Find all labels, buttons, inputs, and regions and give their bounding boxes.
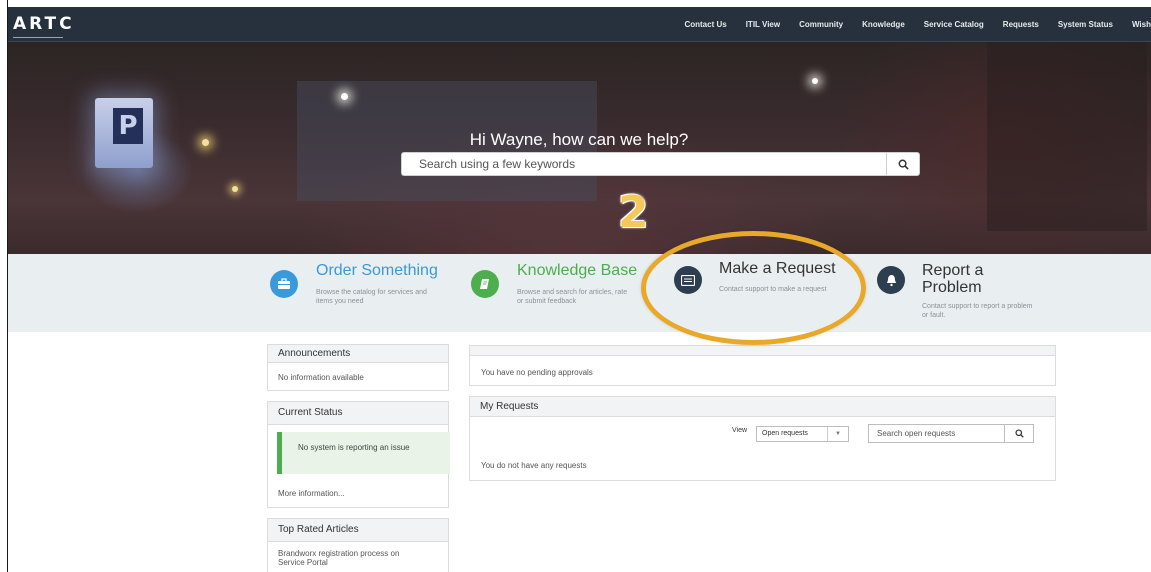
panel-title: Announcements	[268, 345, 448, 363]
nav-links: Contact Us ITIL View Community Knowledge…	[665, 7, 1151, 41]
bell-icon	[877, 266, 905, 294]
announcements-panel: Announcements No information available	[267, 344, 449, 391]
nav-knowledge[interactable]: Knowledge	[862, 20, 905, 29]
nav-requests[interactable]: Requests	[1003, 20, 1039, 29]
logo-underline	[13, 37, 63, 38]
hero-search-bar	[401, 152, 920, 176]
view-select-value: Open requests	[762, 430, 808, 437]
nav-community[interactable]: Community	[799, 20, 843, 29]
nav-wish[interactable]: Wish	[1132, 20, 1151, 29]
artc-logo[interactable]: ARTC	[13, 14, 75, 34]
quicklink-title: Knowledge Base	[517, 262, 638, 279]
quicklink-report-a-problem[interactable]: Report a Problem Contact support to repo…	[877, 262, 1047, 330]
my-requests-panel: My Requests View Open requests ▼ You do …	[469, 396, 1056, 481]
hero-banner: P Hi Wayne, how can we help? 2	[7, 41, 1151, 254]
nav-contact-us[interactable]: Contact Us	[684, 20, 726, 29]
step-number-annotation: 2	[618, 187, 649, 238]
greeting-heading: Hi Wayne, how can we help?	[469, 130, 689, 149]
requests-search-button[interactable]	[1004, 425, 1033, 442]
light-glow	[341, 93, 348, 100]
chevron-down-icon: ▼	[827, 427, 848, 441]
announcements-empty-text: No information available	[278, 373, 364, 382]
quicklink-description: Contact support to report a problem or f…	[922, 303, 1033, 319]
view-select[interactable]: Open requests ▼	[756, 426, 849, 442]
quicklink-order-something[interactable]: Order Something Browse the catalog for s…	[270, 262, 455, 326]
top-rated-articles-panel: Top Rated Articles Brandworx registratio…	[267, 518, 449, 572]
article-link[interactable]: Brandworx registration process on Servic…	[278, 549, 428, 567]
light-glow	[812, 78, 818, 84]
quicklink-description: Browse and search for articles, rate or …	[517, 289, 628, 305]
requests-search-bar	[868, 424, 1034, 443]
nav-service-catalog[interactable]: Service Catalog	[924, 20, 984, 29]
quicklink-title: Report a Problem	[922, 262, 984, 296]
approvals-empty-text: You have no pending approvals	[481, 368, 593, 377]
highlight-annotation-circle	[641, 231, 866, 345]
requests-empty-text: You do not have any requests	[481, 461, 587, 470]
status-message-box: No system is reporting an issue	[277, 432, 450, 474]
quicklink-title: Order Something	[316, 262, 438, 279]
approvals-panel: You have no pending approvals	[469, 345, 1056, 386]
quicklink-knowledge-base[interactable]: Knowledge Base Browse and search for art…	[471, 262, 651, 326]
current-status-panel: Current Status No system is reporting an…	[267, 401, 450, 508]
status-message-text: No system is reporting an issue	[298, 443, 410, 452]
quicklink-description: Browse the catalog for services and item…	[316, 289, 427, 305]
panel-title: My Requests	[470, 397, 1055, 417]
nav-itil-view[interactable]: ITIL View	[746, 20, 780, 29]
book-icon	[471, 270, 499, 298]
nav-system-status[interactable]: System Status	[1058, 20, 1113, 29]
more-information-link[interactable]: More information...	[278, 489, 345, 498]
panel-title: Current Status	[268, 402, 448, 425]
window-border	[7, 0, 8, 572]
approvals-header	[470, 346, 1055, 356]
window-edge	[0, 0, 7, 572]
search-icon	[1014, 429, 1024, 438]
panel-title: Top Rated Articles	[268, 519, 448, 542]
quicklinks-band: Order Something Browse the catalog for s…	[7, 254, 1151, 332]
search-icon	[898, 159, 909, 170]
hero-search-input[interactable]	[402, 153, 899, 175]
hero-search-button[interactable]	[886, 153, 919, 175]
view-label: View	[732, 427, 748, 434]
briefcase-icon	[270, 270, 298, 298]
requests-search-input[interactable]	[869, 425, 1013, 442]
top-navbar: ARTC Contact Us ITIL View Community Know…	[7, 7, 1151, 42]
light-glow	[232, 186, 238, 192]
